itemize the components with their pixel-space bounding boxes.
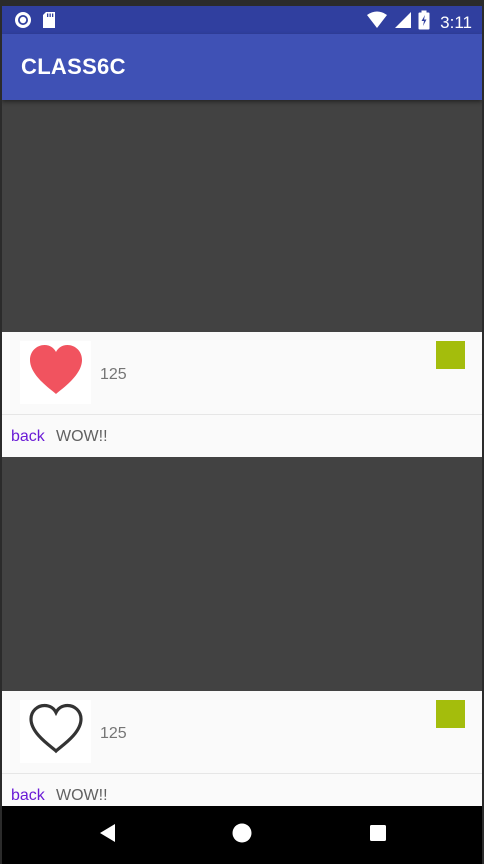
comment-text: WOW!! — [56, 787, 108, 804]
app-toolbar: CLASS6C — [2, 34, 482, 100]
app-screen: 3:11 CLASS6C 125 back WOW!! 125 back WOW… — [0, 0, 484, 864]
comment-text: WOW!! — [56, 428, 108, 445]
like-button[interactable] — [20, 700, 91, 763]
heart-outline-icon — [27, 703, 85, 760]
signal-icon — [394, 11, 412, 34]
post-image — [2, 100, 482, 332]
post-card: 125 back WOW!! — [2, 332, 482, 457]
post-actions-row: 125 — [2, 332, 482, 415]
recents-square-icon — [368, 823, 388, 848]
nav-back-button[interactable] — [96, 823, 120, 847]
status-square-icon — [436, 700, 465, 728]
nav-recents-button[interactable] — [366, 823, 390, 847]
back-link[interactable]: back — [11, 787, 45, 805]
back-link[interactable]: back — [11, 428, 45, 446]
post-card: 125 back WOW!! — [2, 691, 482, 806]
status-clock: 3:11 — [440, 12, 472, 32]
sd-card-icon — [42, 11, 56, 34]
device-top-edge — [0, 0, 484, 6]
nav-home-button[interactable] — [230, 823, 254, 847]
post-comment-row: back WOW!! — [2, 774, 482, 806]
status-bar: 3:11 — [2, 6, 482, 34]
post-actions-row: 125 — [2, 691, 482, 774]
post-image — [2, 457, 482, 691]
heart-filled-icon — [27, 344, 85, 401]
battery-charging-icon — [418, 10, 430, 35]
like-count: 125 — [100, 366, 127, 383]
status-right-icons: 3:11 — [366, 10, 472, 35]
like-count: 125 — [100, 725, 127, 742]
system-nav-bar — [0, 806, 484, 864]
record-icon — [14, 11, 32, 34]
app-title: CLASS6C — [21, 54, 126, 79]
like-button[interactable] — [20, 341, 91, 404]
wifi-icon — [366, 11, 388, 34]
post-feed[interactable]: 125 back WOW!! 125 back WOW!! — [2, 100, 482, 806]
device-left-edge — [0, 0, 2, 864]
status-square-icon — [436, 341, 465, 369]
back-triangle-icon — [98, 823, 118, 848]
status-left-icons — [14, 11, 56, 34]
home-circle-icon — [232, 823, 252, 848]
post-comment-row: back WOW!! — [2, 415, 482, 457]
